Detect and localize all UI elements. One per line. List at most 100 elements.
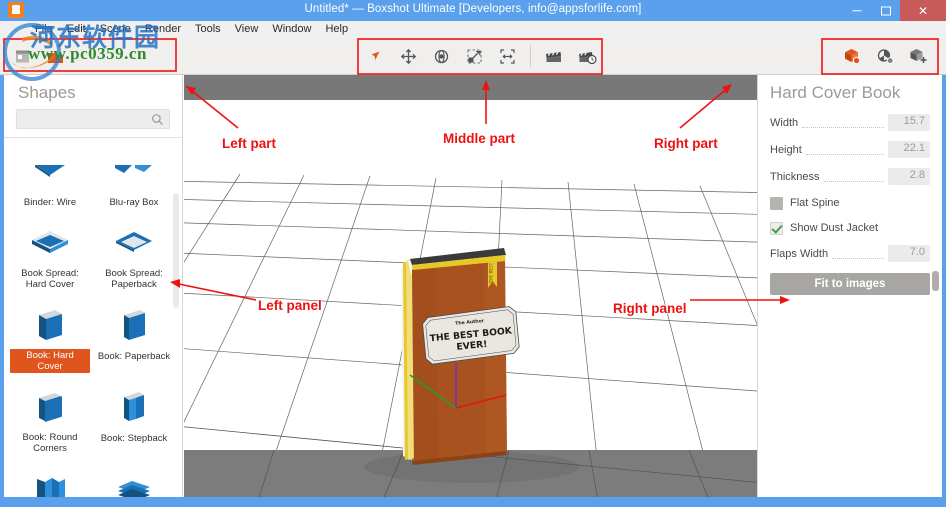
select-tool-button[interactable] — [359, 41, 392, 71]
checkbox-label: Show Dust Jacket — [790, 222, 879, 234]
toolbar-middle-group — [359, 38, 603, 74]
minimize-button[interactable] — [842, 0, 871, 21]
move-arrows-icon — [400, 48, 417, 64]
flat-spine-checkbox[interactable] — [770, 196, 783, 210]
shape-label: Book: Round Corners — [22, 432, 78, 454]
fit-to-images-button[interactable]: Fit to images — [770, 273, 930, 295]
object-properties-title: Hard Cover Book — [770, 83, 901, 102]
dotted-leader — [805, 145, 884, 155]
scale-arrow-icon — [467, 48, 482, 64]
application-window: Untitled* — Boxshot Ultimate [Developers… — [0, 0, 946, 507]
shapes-grid: Binder: Wire Blu-ray Box Book Spread: Ha… — [4, 138, 182, 502]
right-panel-scrollbar[interactable] — [932, 271, 939, 291]
add-object-button[interactable] — [901, 41, 934, 71]
book-paperback-icon — [124, 310, 145, 340]
right-panel: Hard Cover Book Width 15.7 Height 22.1 T… — [757, 75, 942, 502]
maximize-button[interactable] — [871, 0, 900, 21]
height-input[interactable]: 22.1 — [888, 141, 930, 158]
box-materials-icon — [877, 49, 894, 64]
width-input[interactable]: 15.7 — [888, 114, 930, 131]
shape-item-book-spread-hard-cover[interactable]: Book Spread: Hard Cover — [8, 220, 92, 302]
search-icon — [152, 114, 163, 125]
property-label: Thickness — [770, 170, 820, 183]
box-add-icon — [910, 49, 927, 63]
thickness-input[interactable]: 2.8 — [888, 168, 930, 185]
shape-label: Binder: Wire — [23, 197, 77, 208]
window-controls: ✕ — [842, 0, 946, 21]
3d-viewport[interactable]: THE BEST The Author THE BEST BOOK EVER! — [184, 75, 757, 502]
shape-thumbnail — [10, 306, 90, 346]
shape-label: Book: Hard Cover — [10, 349, 90, 373]
rotate-tool-button[interactable] — [425, 41, 458, 71]
shape-thumbnail — [94, 388, 174, 428]
window-right-edge — [942, 75, 946, 502]
watermark: 河东软件园 www.pc0359.cn — [0, 0, 300, 90]
render-button[interactable] — [537, 41, 570, 71]
shape-thumbnail — [94, 224, 174, 264]
svg-text:THE BEST: THE BEST — [489, 262, 494, 284]
search-input[interactable] — [17, 111, 169, 129]
shapes-panel-button[interactable] — [835, 41, 868, 71]
dotted-leader — [832, 249, 884, 259]
bluray-box-icon — [115, 165, 152, 173]
shape-item-book-round-corners[interactable]: Book: Round Corners — [8, 384, 92, 466]
materials-panel-button[interactable] — [868, 41, 901, 71]
shapes-search-box[interactable] — [16, 109, 170, 129]
center-target-icon — [500, 48, 515, 64]
shape-item-book-paperback[interactable]: Book: Paperback — [92, 302, 176, 384]
rotate-globe-icon — [434, 49, 449, 63]
shape-thumbnail — [10, 152, 90, 192]
shape-label: Blu-ray Box — [109, 197, 159, 208]
checkbox-label: Flat Spine — [790, 197, 840, 209]
property-row-width: Width 15.7 — [758, 111, 942, 134]
binder-wire-icon — [35, 165, 65, 177]
scale-tool-button[interactable] — [458, 41, 491, 71]
render-history-button[interactable] — [570, 41, 603, 71]
dotted-leader — [823, 172, 884, 182]
center-tool-button[interactable] — [491, 41, 524, 71]
toolbar-right-group — [835, 38, 934, 74]
close-button[interactable]: ✕ — [900, 0, 946, 21]
toolbar-separator — [530, 45, 531, 67]
cursor-arrow-icon — [371, 51, 379, 60]
property-label: Flaps Width — [770, 247, 829, 260]
menu-item-help[interactable]: Help — [318, 21, 355, 38]
shape-label: Book Spread: Paperback — [105, 268, 163, 290]
left-panel: Shapes Binder: Wire Blu-ray Box Book Spr… — [4, 75, 183, 502]
shape-item-book-hard-cover[interactable]: Book: Hard Cover — [8, 302, 92, 384]
watermark-url-text: www.pc0359.cn — [28, 44, 147, 63]
clapperboard-icon — [546, 51, 561, 62]
book-spread-paperback-icon — [116, 232, 152, 252]
property-row-thickness: Thickness 2.8 — [758, 165, 942, 188]
property-label: Height — [770, 143, 802, 156]
shape-thumbnail — [94, 152, 174, 192]
clapperboard-clock-icon — [578, 51, 597, 64]
close-icon: ✕ — [917, 3, 929, 18]
shape-thumbnail — [10, 388, 90, 428]
shape-item-book-stepback[interactable]: Book: Stepback — [92, 384, 176, 466]
checkbox-row-show-dust-jacket[interactable]: Show Dust Jacket — [758, 217, 942, 239]
shape-thumbnail — [10, 224, 90, 264]
shapes-search-wrapper — [4, 107, 182, 137]
shape-thumbnail — [94, 306, 174, 346]
viewport-canvas: THE BEST The Author THE BEST BOOK EVER! — [184, 75, 757, 502]
shape-label: Book: Paperback — [97, 351, 171, 362]
property-row-flaps-width: Flaps Width 7.0 — [758, 242, 942, 265]
shape-label: Book: Stepback — [100, 433, 168, 444]
checkbox-row-flat-spine[interactable]: Flat Spine — [758, 192, 942, 214]
move-tool-button[interactable] — [392, 41, 425, 71]
flaps-width-input[interactable]: 7.0 — [888, 245, 930, 262]
shape-item-book-spread-paperback[interactable]: Book Spread: Paperback — [92, 220, 176, 302]
book-hard-cover-icon — [39, 310, 62, 340]
book-spread-hard-cover-icon — [32, 231, 68, 253]
window-bottom-edge — [0, 497, 946, 502]
property-label: Width — [770, 116, 799, 129]
book-stepback-icon — [124, 392, 144, 421]
show-dust-jacket-checkbox[interactable] — [770, 221, 783, 235]
book-round-corners-icon — [39, 393, 62, 422]
dotted-leader — [802, 118, 884, 128]
shape-item-binder-wire[interactable]: Binder: Wire — [8, 148, 92, 220]
shape-item-bluray-box[interactable]: Blu-ray Box — [92, 148, 176, 220]
box-shapes-icon — [845, 49, 861, 65]
left-panel-scrollbar[interactable] — [173, 193, 179, 308]
